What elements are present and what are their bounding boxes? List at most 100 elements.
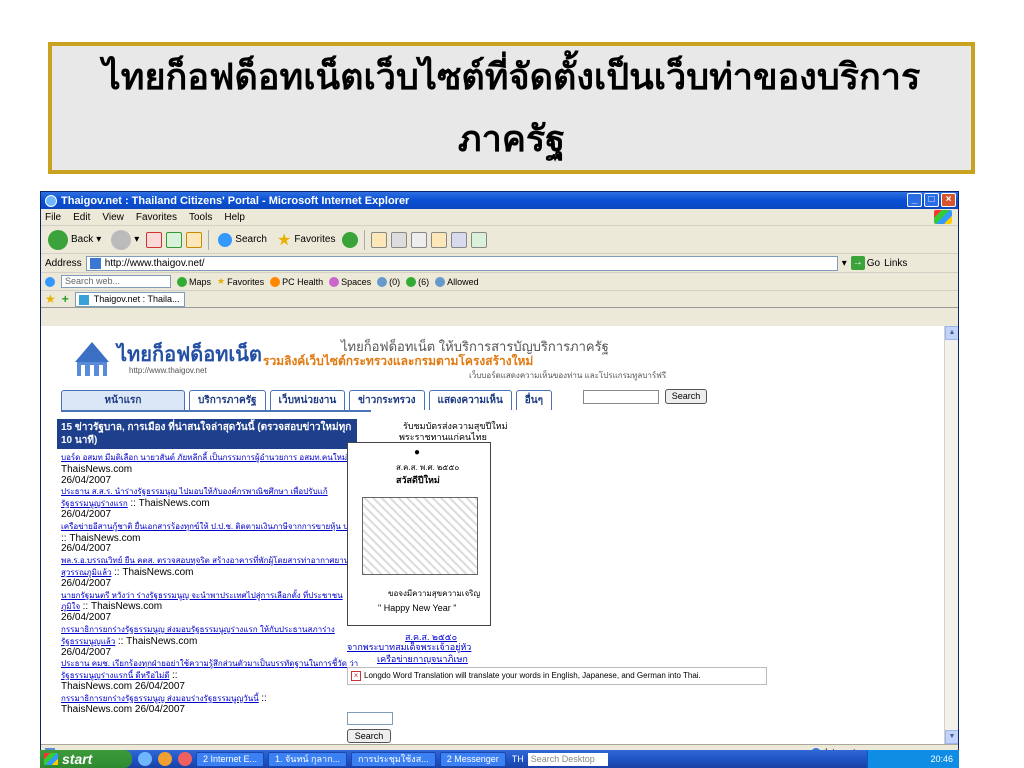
star-icon: ★ [276, 231, 292, 249]
pc-health-button[interactable]: PC Health [270, 276, 323, 287]
news-link[interactable]: ประธาน คมช. เรียกร้องทุกฝ่ายอย่าใช้ความร… [61, 659, 358, 680]
bottom-search-button[interactable]: Search [347, 729, 391, 743]
print-icon[interactable] [391, 231, 408, 248]
address-input[interactable]: http://www.thaigov.net/ [85, 255, 838, 271]
chevron-down-icon: ▾ [134, 234, 140, 245]
contacts-count: (6) [418, 276, 430, 287]
address-bar: Address http://www.thaigov.net/ ▾ → Go L… [41, 254, 958, 273]
nav-agency-websites[interactable]: เว็บหน่วยงาน [269, 390, 346, 410]
messenger-icon[interactable] [471, 231, 488, 248]
task-internet-explorer[interactable]: 2 Internet E... [196, 751, 265, 767]
nav-government-services[interactable]: บริการภาครัฐ [189, 390, 266, 410]
menu-edit[interactable]: Edit [73, 212, 90, 223]
stop-icon[interactable] [146, 231, 163, 248]
close-button[interactable]: × [941, 193, 956, 207]
mail-icon [377, 276, 388, 287]
slide-title-line1: ไทยก็อฟด็อทเน็ตเว็บไซต์ที่จัดตั้งเป็นเว็… [102, 56, 921, 98]
go-button[interactable]: → Go [850, 256, 880, 270]
longdo-translation-banner[interactable]: × Longdo Word Translation will translate… [347, 667, 767, 685]
links-toolbar: Search web... Maps ★ Favorites PC Health … [41, 273, 958, 291]
star-icon: ★ [217, 276, 226, 286]
start-button[interactable]: start [40, 750, 132, 768]
menu-favorites[interactable]: Favorites [136, 212, 177, 223]
mail-button[interactable]: (0) [377, 276, 400, 287]
desktop-search-input[interactable]: Search Desktop [527, 752, 608, 766]
card-link-network[interactable]: เครือข่ายกาญจนาภิเษก [377, 652, 468, 666]
scroll-up-icon[interactable]: ▲ [945, 326, 958, 340]
refresh-icon[interactable] [166, 231, 183, 248]
popup-allowed-button[interactable]: Allowed [435, 276, 479, 287]
broken-image-icon: × [351, 671, 361, 681]
site-search-button[interactable]: Search [665, 389, 707, 404]
task-meeting[interactable]: การประชุมใช้งส... [351, 751, 436, 767]
ie-icon [45, 194, 57, 207]
tagline-tertiary: เว็บบอร์ดแสดงความเห็นของท่าน และโปรแกรมท… [469, 371, 667, 380]
nav-comments[interactable]: แสดงความเห็น [428, 390, 512, 410]
mail-icon[interactable] [371, 231, 388, 248]
favorites-label: Favorites [294, 234, 336, 245]
new-year-card-image[interactable]: ● ส.ค.ส. พ.ศ. ๒๕๕๐ สวัสดีปีใหม่ ขอจงมีคว… [347, 442, 491, 626]
vertical-scrollbar[interactable]: ▲ ▼ [944, 326, 958, 744]
maps-button[interactable]: Maps [177, 276, 211, 287]
news-date: 26/04/2007 [61, 474, 112, 486]
add-favorite-icon[interactable]: + [62, 292, 69, 306]
news-header: 15 ข่าวรัฐบาล, การเมือง ที่น่าสนใจล่าสุด… [57, 419, 357, 449]
language-indicator[interactable]: TH [512, 754, 524, 764]
site-logo[interactable]: ไทยก็อฟด็อทเน็ต http://www.thaigov.net [71, 338, 271, 388]
task-document[interactable]: 1. จันทน์ กุลาก... [268, 751, 348, 767]
favorites-center-icon[interactable]: ★ [45, 292, 56, 306]
nav-others[interactable]: อื่นๆ [515, 390, 553, 410]
news-link[interactable]: เครือข่ายอีสานกู้ชาติ ยื่นเอกสารร้องทุกข… [61, 522, 361, 531]
menu-tools[interactable]: Tools [189, 212, 212, 223]
search-button[interactable]: Search [215, 232, 270, 247]
site-search-input[interactable] [583, 390, 659, 404]
search-web-input[interactable]: Search web... [61, 275, 171, 288]
links-label[interactable]: Links [884, 258, 907, 269]
clock[interactable]: 20:46 [930, 754, 953, 764]
spaces-button[interactable]: Spaces [329, 276, 371, 287]
menu-help[interactable]: Help [224, 212, 245, 223]
firefox-quicklaunch-icon[interactable] [158, 752, 172, 766]
window-titlebar[interactable]: Thaigov.net : Thailand Citizens' Portal … [41, 192, 958, 209]
card-wish-text: ขอจงมีความสุขความเจริญ [388, 589, 481, 598]
maximize-button[interactable]: □ [924, 193, 939, 207]
menu-file[interactable]: File [45, 212, 61, 223]
edit-icon[interactable] [411, 231, 428, 248]
news-link[interactable]: กรรมาธิการยกร่างรัฐธรรมนูญ ส่งมอบรัฐธรรม… [61, 625, 335, 646]
nav-home[interactable]: หน้าแรก [61, 390, 185, 410]
back-button[interactable]: Back ▾ [45, 229, 104, 250]
home-icon[interactable] [186, 231, 203, 248]
allowed-label: Allowed [447, 276, 479, 287]
favorites-button[interactable]: ★ Favorites [274, 230, 338, 250]
bottom-search-input[interactable] [347, 712, 393, 725]
contacts-button[interactable]: (6) [406, 276, 430, 287]
chevron-down-icon[interactable]: ▾ [842, 258, 847, 269]
news-source: :: ThaisNews.com [130, 498, 210, 510]
news-item: บอร์ด อสมท มีมติเลือก นายวสันต์ ภัยหลีกล… [61, 452, 361, 486]
forward-button[interactable]: ▾ [108, 229, 142, 250]
app-quicklaunch-icon[interactable] [178, 752, 192, 766]
folder-icon[interactable] [431, 231, 448, 248]
scroll-down-icon[interactable]: ▼ [945, 730, 958, 744]
back-label: Back [71, 234, 94, 245]
page-icon [89, 257, 101, 269]
nav-ministry-news[interactable]: ข่าวกระทรวง [349, 390, 425, 410]
research-icon[interactable] [451, 231, 468, 248]
minimize-button[interactable]: _ [907, 193, 922, 207]
news-date: 26/04/2007 [61, 577, 112, 589]
menu-view[interactable]: View [102, 212, 124, 223]
news-item: ประธาน ส.ส.ร. นำร่างรัฐธรรมนูญ ไปมอบให้ก… [61, 486, 361, 520]
news-date: 26/04/2007 [61, 612, 112, 624]
forward-arrow-icon [111, 229, 132, 250]
news-link[interactable]: บอร์ด อสมท มีมติเลือก นายวสันต์ ภัยหลีกล… [61, 453, 347, 462]
favorites-link-button[interactable]: ★ Favorites [217, 276, 264, 287]
news-link[interactable]: กรรมาธิการยกร่างรัฐธรรมนูญ ส่งมอบร่างรัฐ… [61, 694, 259, 703]
tab-thaigov[interactable]: Thaigov.net : Thaila... [74, 291, 185, 307]
ie-quicklaunch-icon[interactable] [138, 752, 152, 766]
news-source: :: ThaisNews.com [82, 601, 163, 613]
news-date: ThaisNews.com 26/04/2007 [61, 680, 185, 692]
task-messenger[interactable]: 2 Messenger [439, 751, 506, 767]
news-link[interactable]: พล.ร.อ.บรรณวิทย์ ยืน คตส. ตรวจสอบทุจริต … [61, 556, 349, 577]
longdo-text: Longdo Word Translation will translate y… [364, 671, 701, 680]
history-icon[interactable] [342, 231, 359, 248]
